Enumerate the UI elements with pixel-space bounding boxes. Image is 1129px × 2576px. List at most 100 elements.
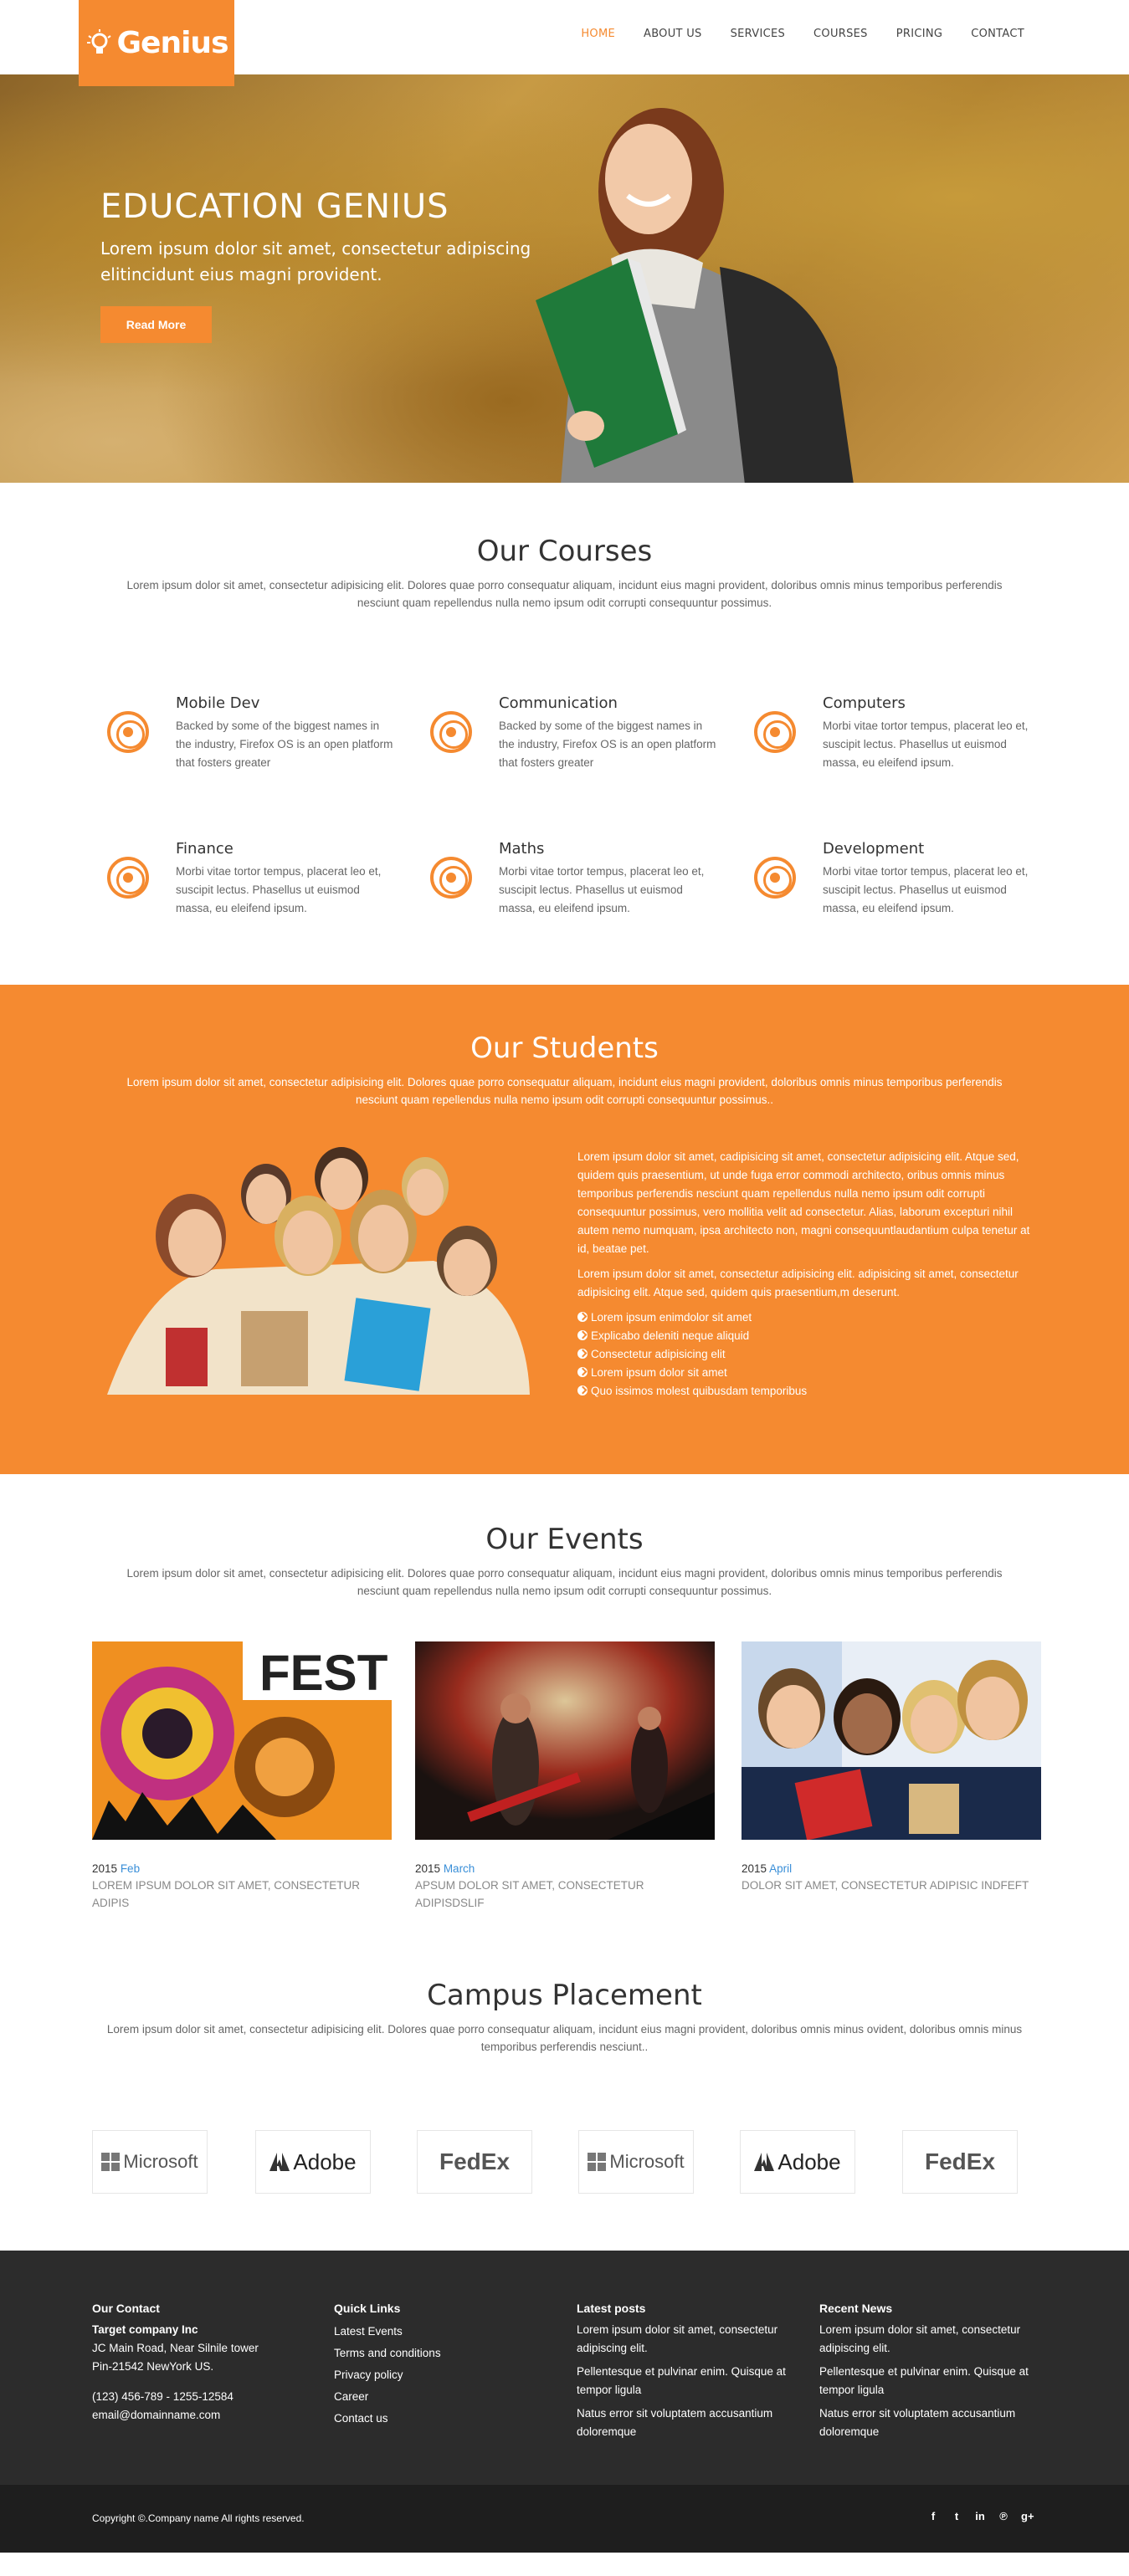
news-item[interactable]: Pellentesque et pulvinar enim. Quisque a…	[819, 2363, 1041, 2399]
event-card[interactable]: 2015 March APSUM DOLOR SIT AMET, CONSECT…	[415, 1641, 715, 1912]
event-image-students[interactable]	[742, 1641, 1041, 1841]
event-desc: APSUM DOLOR SIT AMET, CONSECTETUR ADIPIS…	[415, 1879, 644, 1909]
course-card[interactable]: Computers Morbi vitae tortor tempus, pla…	[754, 694, 1028, 786]
footer-heading: Recent News	[819, 2302, 893, 2315]
event-image-concert[interactable]	[415, 1641, 715, 1840]
check-circle-icon	[577, 1349, 588, 1359]
check-circle-icon	[577, 1367, 588, 1377]
news-item[interactable]: Natus error sit voluptatem accusantium d…	[819, 2404, 1041, 2441]
hero-content: EDUCATION GENIUS Lorem ipsum dolor sit a…	[100, 187, 569, 343]
check-circle-icon	[577, 1312, 588, 1322]
company-name: Target company Inc	[92, 2323, 198, 2336]
course-title: Finance	[176, 840, 233, 858]
students-group-image	[107, 1147, 530, 1395]
event-card[interactable]: 2015 April DOLOR SIT AMET, CONSECTETUR A…	[742, 1641, 1041, 1894]
facebook-icon[interactable]: f	[927, 2510, 939, 2522]
partner-logo-fedex[interactable]: FedEx	[902, 2130, 1018, 2194]
hero-banner: EDUCATION GENIUS Lorem ipsum dolor sit a…	[0, 74, 1129, 483]
list-item: Consectetur adipisicing elit	[577, 1345, 1042, 1364]
course-title: Mobile Dev	[176, 694, 260, 712]
footer-link-latest-events[interactable]: Latest Events	[334, 2321, 552, 2343]
footer-link-privacy[interactable]: Privacy policy	[334, 2364, 552, 2386]
hero-subtitle: Lorem ipsum dolor sit amet, consectetur …	[100, 238, 531, 284]
logo[interactable]: Genius	[79, 0, 234, 86]
events-desc: Lorem ipsum dolor sit amet, consectetur …	[126, 1567, 1003, 1597]
list-item: Lorem ipsum enimdolor sit amet	[577, 1308, 1042, 1327]
social-icons: f t in ℗ g+	[927, 2510, 1034, 2522]
linkedin-icon[interactable]: in	[974, 2510, 986, 2522]
partner-logo-microsoft[interactable]: Microsoft	[578, 2130, 694, 2194]
event-date: 2015 March	[415, 1862, 475, 1875]
target-icon	[754, 711, 796, 753]
target-icon	[430, 857, 472, 899]
email-address[interactable]: email@domainname.com	[92, 2406, 310, 2425]
nav-about-us[interactable]: ABOUT US	[644, 28, 702, 40]
students-desc: Lorem ipsum dolor sit amet, consectetur …	[126, 1076, 1003, 1106]
twitter-icon[interactable]: t	[951, 2510, 962, 2522]
partner-logos: Microsoft Adobe FedEx Microsoft Adobe Fe…	[92, 2130, 1038, 2194]
news-item[interactable]: Lorem ipsum dolor sit amet, consectetur …	[819, 2321, 1041, 2358]
logo-text: Genius	[116, 26, 229, 60]
placement-desc: Lorem ipsum dolor sit amet, consectetur …	[106, 2023, 1023, 2053]
course-text: Morbi vitae tortor tempus, placerat leo …	[499, 865, 705, 914]
hero-title: EDUCATION GENIUS	[100, 187, 449, 226]
post-item[interactable]: Pellentesque et pulvinar enim. Quisque a…	[577, 2363, 798, 2399]
target-icon	[107, 711, 149, 753]
check-circle-icon	[577, 1330, 588, 1340]
nav-pricing[interactable]: PRICING	[896, 28, 943, 40]
footer-link-contact[interactable]: Contact us	[334, 2408, 552, 2430]
main-menu: HOME ABOUT US SERVICES COURSES PRICING C…	[552, 28, 1024, 40]
target-icon	[754, 857, 796, 899]
footer: Our Contact Target company Inc JC Main R…	[0, 2251, 1129, 2485]
list-item: Lorem ipsum dolor sit amet	[577, 1364, 1042, 1382]
course-card[interactable]: Development Morbi vitae tortor tempus, p…	[754, 840, 1028, 932]
placement-title: Campus Placement	[427, 1979, 702, 2012]
course-card[interactable]: Maths Morbi vitae tortor tempus, placera…	[430, 840, 704, 932]
footer-heading: Latest posts	[577, 2302, 646, 2315]
students-list: Lorem ipsum enimdolor sit amet Explicabo…	[577, 1308, 1042, 1401]
nav-home[interactable]: HOME	[581, 28, 615, 40]
footer-link-terms[interactable]: Terms and conditions	[334, 2343, 552, 2364]
nav-courses[interactable]: COURSES	[813, 28, 868, 40]
adobe-icon	[269, 2153, 290, 2171]
nav-services[interactable]: SERVICES	[731, 28, 785, 40]
adobe-icon	[754, 2153, 775, 2171]
partner-logo-adobe[interactable]: Adobe	[255, 2130, 371, 2194]
target-icon	[430, 711, 472, 753]
course-card[interactable]: Finance Morbi vitae tortor tempus, place…	[107, 840, 381, 932]
phone-number: (123) 456-789 - 1255-12584	[92, 2390, 233, 2403]
nav-contact[interactable]: CONTACT	[971, 28, 1024, 40]
bottom-bar: Copyright ©.Company name All rights rese…	[0, 2485, 1129, 2553]
partner-logo-adobe[interactable]: Adobe	[740, 2130, 855, 2194]
lightbulb-icon	[86, 28, 111, 54]
footer-link-career[interactable]: Career	[334, 2386, 552, 2408]
course-title: Development	[823, 840, 925, 858]
placement-section: Campus Placement Lorem ipsum dolor sit a…	[0, 1943, 1129, 2251]
event-desc: LOREM IPSUM DOLOR SIT AMET, CONSECTETUR …	[92, 1879, 361, 1909]
footer-contact: Our Contact Target company Inc JC Main R…	[92, 2299, 310, 2425]
event-card[interactable]: FEST 2015 Feb LOREM IPSUM DOLOR SIT AMET…	[92, 1641, 392, 1912]
read-more-button[interactable]: Read More	[100, 306, 212, 343]
google-plus-icon[interactable]: g+	[1021, 2510, 1034, 2522]
course-text: Morbi vitae tortor tempus, placerat leo …	[823, 720, 1029, 769]
microsoft-icon	[588, 2153, 607, 2171]
course-text: Backed by some of the biggest names in t…	[176, 720, 393, 769]
post-item[interactable]: Lorem ipsum dolor sit amet, consectetur …	[577, 2321, 798, 2358]
copyright-text: Copyright ©.Company name All rights rese…	[92, 2512, 305, 2524]
course-title: Computers	[823, 694, 906, 712]
partner-logo-fedex[interactable]: FedEx	[417, 2130, 532, 2194]
top-navbar: Genius HOME ABOUT US SERVICES COURSES PR…	[0, 0, 1129, 86]
event-image-fest[interactable]: FEST	[92, 1641, 392, 1840]
fest-text: FEST	[259, 1645, 387, 1701]
course-text: Morbi vitae tortor tempus, placerat leo …	[823, 865, 1029, 914]
events-title: Our Events	[485, 1523, 644, 1556]
courses-title: Our Courses	[476, 535, 653, 568]
course-text: Backed by some of the biggest names in t…	[499, 720, 716, 769]
course-card[interactable]: Communication Backed by some of the bigg…	[430, 694, 716, 786]
footer-heading: Quick Links	[334, 2302, 401, 2315]
post-item[interactable]: Natus error sit voluptatem accusantium d…	[577, 2404, 798, 2441]
course-card[interactable]: Mobile Dev Backed by some of the biggest…	[107, 694, 393, 786]
pinterest-icon[interactable]: ℗	[998, 2510, 1009, 2522]
address-line: Pin-21542 NewYork US.	[92, 2360, 214, 2373]
partner-logo-microsoft[interactable]: Microsoft	[92, 2130, 208, 2194]
